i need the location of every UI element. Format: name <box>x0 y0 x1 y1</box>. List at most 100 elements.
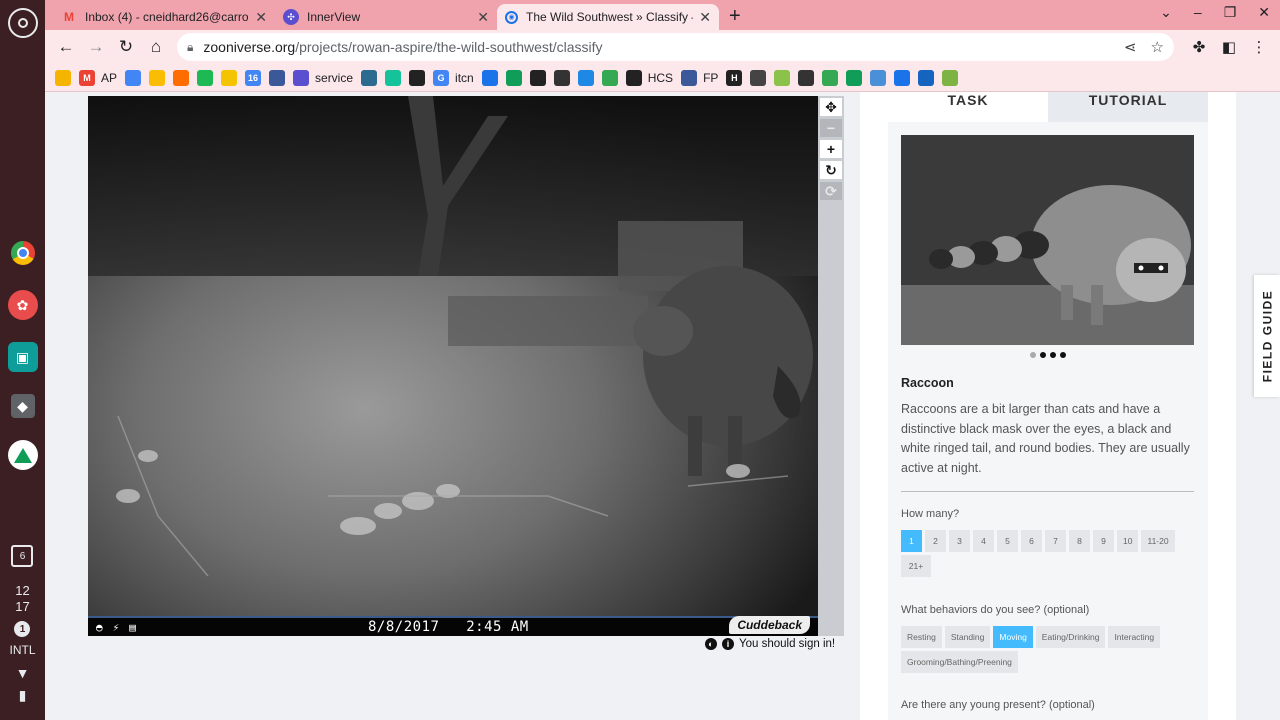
bookmark-item[interactable] <box>361 69 378 86</box>
bookmark-item[interactable]: 16 <box>245 69 262 86</box>
bookmark-item[interactable]: M AP <box>79 69 117 86</box>
bookmark-item[interactable] <box>822 69 839 86</box>
behavior-option-button[interactable]: Moving <box>993 626 1033 648</box>
launcher-button[interactable] <box>7 8 38 38</box>
notification-count-badge[interactable]: 1 <box>14 621 31 637</box>
close-window-icon[interactable]: ✕ <box>1258 4 1270 21</box>
bookmark-item[interactable] <box>149 69 166 86</box>
count-option-button[interactable]: 4 <box>973 530 994 552</box>
side-panel-icon[interactable]: ◧ <box>1214 38 1244 56</box>
signin-text[interactable]: You should sign in! <box>739 638 835 650</box>
drive-app-icon[interactable] <box>7 440 38 470</box>
palette-app-icon[interactable]: ✿ <box>7 290 38 320</box>
clock[interactable]: 12 17 <box>15 583 29 615</box>
bookmark-star-icon[interactable]: ☆ <box>1151 38 1164 56</box>
minimize-icon[interactable]: – <box>1194 4 1202 21</box>
bookmark-item[interactable] <box>269 69 286 86</box>
behavior-option-button[interactable]: Interacting <box>1108 626 1161 648</box>
bookmark-item[interactable] <box>529 69 546 86</box>
count-option-button[interactable]: 5 <box>997 530 1018 552</box>
bookmark-item[interactable] <box>221 69 238 86</box>
info-icon[interactable]: i <box>722 638 734 650</box>
behavior-option-button[interactable]: Resting <box>901 626 942 648</box>
bookmark-item[interactable]: FP <box>681 69 718 86</box>
tab-innerview[interactable]: ✣ InnerView ✕ <box>275 4 497 30</box>
bookmark-item[interactable] <box>870 69 887 86</box>
subject-viewer[interactable]: ◓ ⚡ ▤ 8/8/2017 2:45 AM Cuddeback <box>88 96 818 636</box>
bookmark-item[interactable] <box>55 69 71 86</box>
share-icon[interactable]: ⋖ <box>1124 38 1137 56</box>
pan-icon[interactable]: ✥ <box>820 98 842 116</box>
signin-notice[interactable]: ◐ i You should sign in! <box>705 638 835 650</box>
bookmark-item[interactable] <box>553 69 570 86</box>
bookmark-item[interactable] <box>197 69 214 86</box>
close-icon[interactable]: ✕ <box>255 9 267 26</box>
extensions-icon[interactable]: ✤ <box>1184 38 1214 56</box>
tab-task[interactable]: TASK <box>888 92 1048 122</box>
lock-icon[interactable]: 🔒︎ <box>187 40 193 55</box>
system-tray[interactable]: 6 12 17 1 INTL ▼ ▮ <box>9 545 36 710</box>
restore-icon[interactable]: ❐ <box>1224 4 1237 21</box>
bookmark-item[interactable] <box>846 69 863 86</box>
close-icon[interactable]: ✕ <box>699 9 711 26</box>
carousel-dot[interactable] <box>1050 352 1056 358</box>
menu-icon[interactable]: ⋮ <box>1244 38 1274 56</box>
count-option-button[interactable]: 2 <box>925 530 946 552</box>
bookmark-item[interactable] <box>577 69 594 86</box>
carousel-dot[interactable] <box>1040 352 1046 358</box>
count-option-button[interactable]: 8 <box>1069 530 1090 552</box>
field-guide-button[interactable]: FIELD GUIDE <box>1254 275 1280 397</box>
count-option-button[interactable]: 9 <box>1093 530 1114 552</box>
chrome-app-icon[interactable] <box>7 238 38 268</box>
bookmark-item[interactable] <box>601 69 618 86</box>
zoom-out-icon[interactable]: − <box>820 119 842 137</box>
bookmark-item[interactable] <box>481 69 498 86</box>
tab-search-icon[interactable]: ⌄ <box>1160 4 1172 21</box>
zoom-in-icon[interactable]: + <box>820 140 842 158</box>
keyboard-layout-label[interactable]: INTL <box>9 643 35 657</box>
bookmark-item[interactable]: service <box>293 69 353 86</box>
count-option-button[interactable]: 1 <box>901 530 922 552</box>
behavior-option-button[interactable]: Grooming/Bathing/Preening <box>901 651 1018 673</box>
bookmark-item[interactable]: HCS <box>625 69 673 86</box>
home-icon[interactable]: ⌂ <box>141 37 171 57</box>
reload-icon[interactable]: ↻ <box>111 37 141 57</box>
contrast-icon[interactable]: ◐ <box>705 638 717 650</box>
bookmark-item[interactable] <box>750 69 767 86</box>
tab-tutorial[interactable]: TUTORIAL <box>1048 92 1208 122</box>
count-option-button[interactable]: 7 <box>1045 530 1066 552</box>
bookmark-item[interactable] <box>918 69 935 86</box>
bookmark-item[interactable] <box>385 69 402 86</box>
tab-gmail[interactable]: M Inbox (4) - cneidhard26@carrollis ✕ <box>53 4 275 30</box>
close-icon[interactable]: ✕ <box>477 9 489 26</box>
count-option-button[interactable]: 3 <box>949 530 970 552</box>
behavior-option-button[interactable]: Standing <box>944 626 991 648</box>
forward-icon[interactable]: → <box>81 37 111 57</box>
count-option-button[interactable]: 21+ <box>901 555 931 577</box>
calendar-icon[interactable]: 6 <box>11 545 34 567</box>
carousel-dot[interactable] <box>1060 352 1066 358</box>
tab-zooniverse[interactable]: ◉ The Wild Southwest » Classify — Z ✕ <box>497 4 719 30</box>
bookmark-item[interactable]: H <box>726 69 743 86</box>
bookmark-item[interactable] <box>774 69 791 86</box>
behavior-option-button[interactable]: Eating/Drinking <box>1035 626 1106 648</box>
bookmark-item[interactable] <box>505 69 522 86</box>
carousel-dot[interactable] <box>1030 352 1036 358</box>
rotate-icon[interactable]: ↻ <box>820 161 842 179</box>
count-option-button[interactable]: 10 <box>1117 530 1139 552</box>
new-tab-icon[interactable]: + <box>729 5 741 28</box>
address-bar[interactable]: 🔒︎ zooniverse.org/projects/rowan-aspire/… <box>177 33 1174 61</box>
count-option-button[interactable]: 11-20 <box>1141 530 1175 552</box>
bookmark-item[interactable] <box>942 69 959 86</box>
count-option-button[interactable]: 6 <box>1021 530 1042 552</box>
bookmark-item[interactable] <box>798 69 815 86</box>
bookmark-item[interactable]: Gitcn <box>433 69 474 86</box>
bookmark-item[interactable] <box>125 69 142 86</box>
bookmark-item[interactable] <box>173 69 190 86</box>
bookmark-item[interactable] <box>894 69 911 86</box>
cube-app-icon[interactable]: ◆ <box>10 394 35 418</box>
reset-icon[interactable]: ⟳ <box>820 182 842 200</box>
classroom-app-icon[interactable]: ▣ <box>7 342 38 372</box>
back-icon[interactable]: ← <box>51 37 81 57</box>
bookmark-item[interactable] <box>409 69 426 86</box>
